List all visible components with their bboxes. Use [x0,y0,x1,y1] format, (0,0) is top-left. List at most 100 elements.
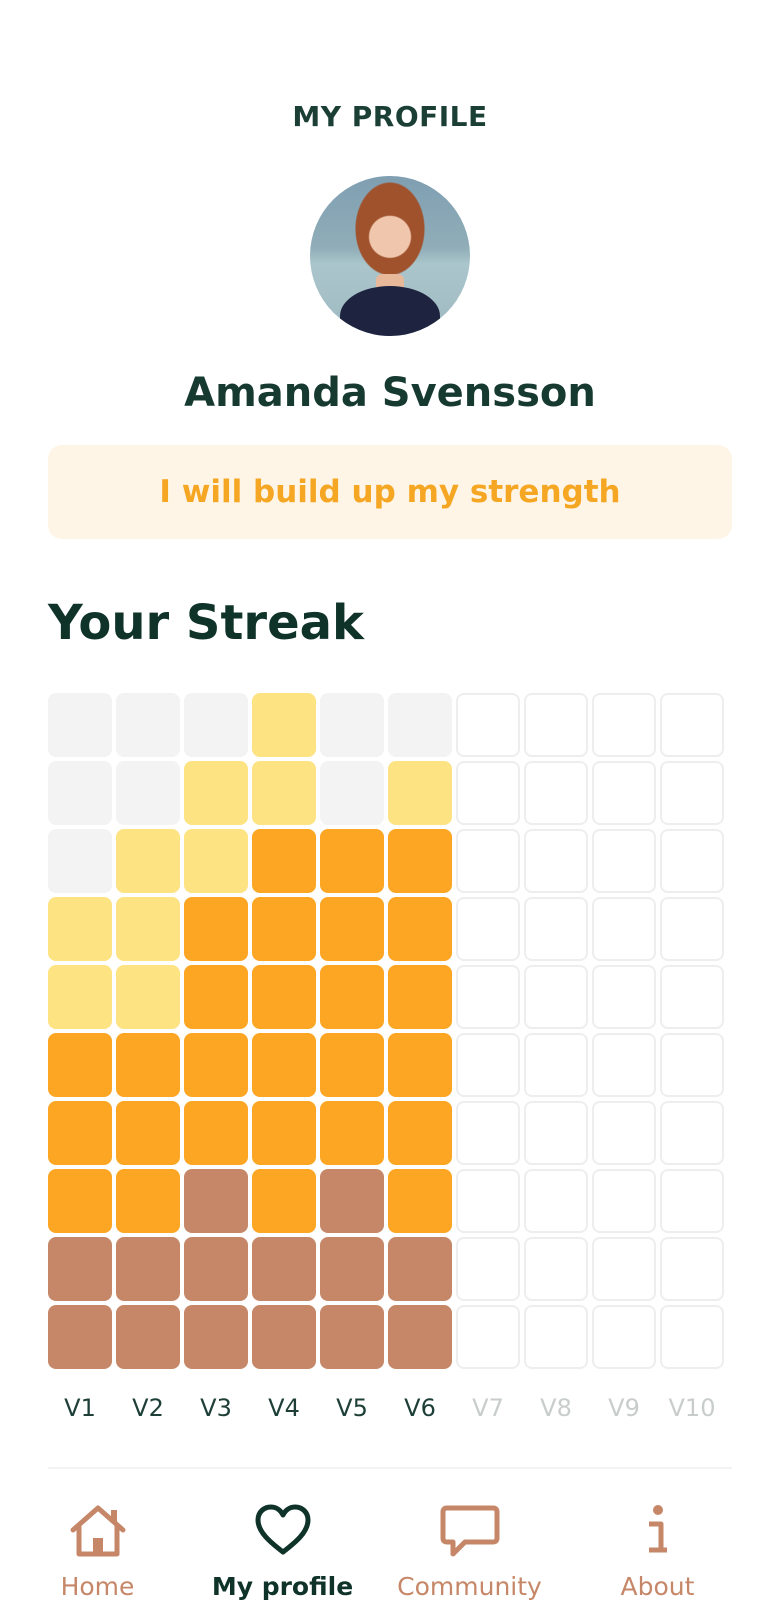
streak-cell [320,897,384,961]
streak-cell [252,1169,316,1233]
heart-icon [255,1504,310,1555]
streak-cell [660,965,724,1029]
streak-cell [184,1033,248,1097]
streak-cell [116,693,180,757]
streak-cell [456,965,520,1029]
streak-cell [320,1169,384,1233]
streak-cell [48,1237,112,1301]
streak-cell [388,965,452,1029]
bottom-nav: Home My profile Community About [0,1470,780,1624]
streak-cell [252,1305,316,1369]
streak-cell [48,761,112,825]
streak-cell [184,897,248,961]
streak-cell [48,1305,112,1369]
streak-cell [252,1101,316,1165]
streak-cell [660,897,724,961]
goal-text: I will build up my strength [159,474,621,510]
streak-cell [116,1305,180,1369]
avatar [310,176,470,336]
streak-cell [592,1169,656,1233]
streak-cell [592,761,656,825]
week-label: V1 [64,1394,96,1422]
streak-cell [252,761,316,825]
streak-cell [252,693,316,757]
streak-cell [252,1033,316,1097]
week-label: V9 [608,1394,640,1422]
home-icon [70,1505,125,1557]
streak-cell [48,897,112,961]
streak-cell [524,965,588,1029]
streak-grid [48,693,724,1369]
nav-item-community[interactable]: Community [372,1470,567,1624]
streak-cell [252,1237,316,1301]
streak-cell [48,965,112,1029]
streak-cell [48,1169,112,1233]
nav-item-about[interactable]: About [560,1470,755,1624]
streak-cell [456,1101,520,1165]
streak-cell [456,1237,520,1301]
streak-cell [524,1237,588,1301]
streak-cell [184,1237,248,1301]
nav-label-community: Community [397,1572,542,1601]
streak-cell [48,1101,112,1165]
streak-cell [660,761,724,825]
streak-cell [592,897,656,961]
streak-cell [592,1237,656,1301]
info-icon [648,1505,667,1553]
streak-cell [48,829,112,893]
streak-cell [48,693,112,757]
nav-label-my-profile: My profile [211,1572,354,1601]
streak-cell [252,965,316,1029]
streak-cell [116,829,180,893]
week-labels: V1 V2 V3 V4 V5 V6 V7 V8 V9 V10 [48,1394,724,1422]
streak-cell [116,1101,180,1165]
streak-cell [320,1237,384,1301]
streak-cell [116,761,180,825]
streak-cell [456,693,520,757]
streak-cell [48,1033,112,1097]
user-name: Amanda Svensson [184,370,596,416]
streak-cell [660,1033,724,1097]
streak-cell [660,1101,724,1165]
week-label: V10 [668,1394,716,1422]
streak-cell [184,829,248,893]
nav-label-home: Home [60,1572,135,1601]
streak-cell [524,1101,588,1165]
streak-cell [660,1169,724,1233]
streak-cell [592,693,656,757]
streak-cell [592,965,656,1029]
streak-cell [456,829,520,893]
week-label: V3 [200,1394,232,1422]
nav-item-my-profile[interactable]: My profile [185,1470,380,1624]
streak-cell [592,829,656,893]
streak-cell [116,1237,180,1301]
week-label: V8 [540,1394,572,1422]
streak-cell [388,1305,452,1369]
streak-cell [184,1101,248,1165]
streak-cell [320,965,384,1029]
goal-card: I will build up my strength [48,445,732,539]
streak-cell [456,761,520,825]
week-label: V7 [472,1394,504,1422]
nav-divider [48,1467,732,1469]
week-label: V5 [336,1394,368,1422]
streak-cell [388,1237,452,1301]
streak-cell [456,897,520,961]
streak-cell [524,897,588,961]
streak-cell [524,1305,588,1369]
streak-cell [524,829,588,893]
streak-cell [116,1033,180,1097]
streak-cell [660,1305,724,1369]
nav-item-home[interactable]: Home [0,1470,195,1624]
streak-cell [660,693,724,757]
streak-cell [320,1305,384,1369]
streak-cell [592,1033,656,1097]
streak-cell [524,1169,588,1233]
streak-cell [524,1033,588,1097]
page-title: MY PROFILE [292,100,488,133]
streak-cell [320,1101,384,1165]
streak-cell [320,829,384,893]
week-label: V4 [268,1394,300,1422]
nav-label-about: About [620,1572,695,1601]
streak-cell [116,965,180,1029]
